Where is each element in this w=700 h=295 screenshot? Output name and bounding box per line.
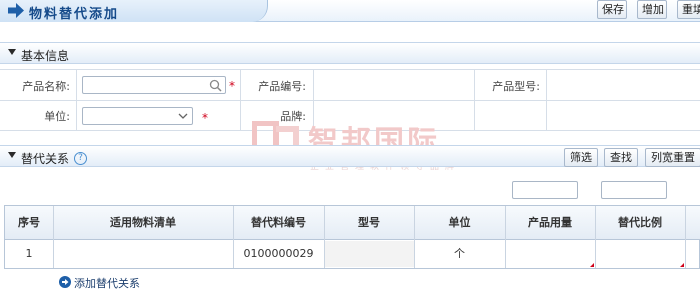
chevron-down-icon[interactable] [178,113,188,120]
cell-code: 0100000029 [243,247,314,260]
save-button[interactable]: 保存 [597,0,627,19]
substitution-table: 序号 适用物料清单 替代料编号 型号 单位 产品用量 替代比例 1 010000… [4,205,700,269]
col-header: 替代料编号 [251,216,306,229]
add-button[interactable]: 增加 [637,0,667,19]
product-name-input[interactable] [82,76,226,94]
substitution-header[interactable]: 替代关系 ? 筛选 查找 列宽重置 [0,145,700,167]
col-header: 产品用量 [528,216,572,229]
basic-info-title: 基本信息 [21,49,70,63]
edit-marker-icon [680,263,684,267]
col-header: 型号 [358,216,380,229]
filter-button[interactable]: 筛选 [564,148,598,167]
page-title: 物料替代添加 [29,7,120,22]
search-button[interactable]: 查找 [604,148,638,167]
required-marker-unit: * [202,111,208,125]
col-header: 序号 [18,216,40,229]
substitution-title: 替代关系 [21,152,70,166]
product-model-label: 产品型号: [492,80,540,93]
col-header: 单位 [448,216,471,229]
add-substitution-label: 添加替代关系 [74,277,140,290]
collapse-caret-icon[interactable] [8,49,16,55]
collapse-caret-icon-2[interactable] [8,152,16,158]
title-bar: 物料替代添加 保存 增加 重填 [0,0,700,22]
unit-label: 单位: [44,110,70,123]
cell-seq: 1 [25,247,33,260]
cell-bom[interactable] [53,241,233,267]
product-code-label: 产品编号: [258,80,306,93]
reset-button[interactable]: 重填 [677,0,700,19]
edit-marker-icon [590,263,594,267]
help-icon[interactable]: ? [74,152,87,165]
search-icon[interactable] [209,79,222,92]
product-name-label: 产品名称: [22,80,70,93]
filter-input-2[interactable] [601,181,667,199]
arrow-right-icon [8,3,24,18]
col-header: 适用物料清单 [110,216,176,229]
unit-select[interactable] [82,107,193,125]
cell-ratio[interactable] [595,241,685,267]
title-tab: 物料替代添加 [0,0,268,22]
required-marker: * [229,79,235,93]
cell-model [324,241,414,267]
filter-input-1[interactable] [512,181,578,199]
reset-column-width-button[interactable]: 列宽重置 [645,148,700,167]
col-header: 替代比例 [618,216,662,229]
cell-usage[interactable] [505,241,595,267]
arrow-circle-icon [59,276,71,288]
basic-info-header[interactable]: 基本信息 [0,42,700,64]
cell-unit: 个 [454,247,465,260]
